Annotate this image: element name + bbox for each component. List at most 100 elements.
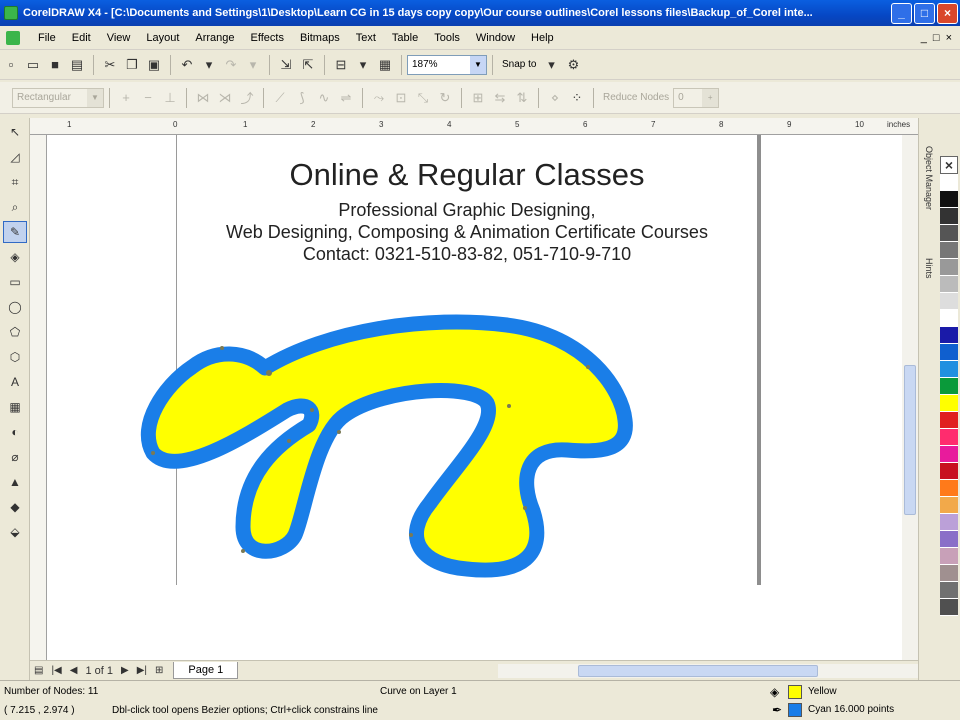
color-swatch[interactable] [940,548,958,565]
menu-help[interactable]: Help [523,32,562,44]
table-tool-icon[interactable]: ▦ [3,396,27,418]
color-swatch[interactable] [940,327,958,344]
convert-to-curve-icon[interactable]: ⤴ [236,87,258,109]
maximize-button[interactable]: □ [914,2,935,24]
close-button[interactable]: × [937,2,958,24]
select-all-nodes-icon[interactable]: ⁘ [566,87,588,109]
object-manager-tab[interactable]: Object Manager [921,146,937,246]
curve-node[interactable] [337,430,341,434]
basic-shapes-tool-icon[interactable]: ⬡ [3,346,27,368]
fill-tool-icon[interactable]: ◆ [3,496,27,518]
add-page-icon[interactable]: ⊞ [151,665,167,676]
next-page-icon[interactable]: ▶ [117,665,133,676]
application-launcher-icon[interactable]: ⊟ [330,54,352,76]
color-swatch[interactable] [940,429,958,446]
join-nodes-icon[interactable]: ⊥ [159,87,181,109]
page-layout-icon[interactable]: ▤ [30,665,47,676]
curve-node[interactable] [266,370,272,376]
crop-tool-icon[interactable]: ⌗ [3,171,27,193]
color-swatch[interactable] [940,497,958,514]
menu-window[interactable]: Window [468,32,523,44]
color-swatch[interactable] [940,565,958,582]
horizontal-ruler[interactable]: 1 0 1 2 3 4 5 6 7 8 9 10 inches [30,118,918,135]
color-swatch[interactable] [940,480,958,497]
snap-to-dropdown-icon[interactable]: ▾ [540,54,562,76]
undo-dropdown-icon[interactable]: ▾ [198,54,220,76]
pick-tool-icon[interactable]: ↖ [3,121,27,143]
color-swatch[interactable] [940,344,958,361]
shape-type-select[interactable]: Rectangular ▼ [12,87,104,108]
reflect-vertical-icon[interactable]: ⇅ [511,87,533,109]
bezier-curve[interactable] [140,314,633,578]
color-swatch[interactable] [940,208,958,225]
align-nodes-icon[interactable]: ⊞ [467,87,489,109]
color-swatch[interactable] [940,582,958,599]
options-icon[interactable]: ⚙ [562,54,584,76]
color-swatch[interactable] [940,395,958,412]
color-swatch[interactable] [940,599,958,616]
color-swatch[interactable] [940,174,958,191]
menu-text[interactable]: Text [348,32,384,44]
color-swatch[interactable] [940,259,958,276]
export-icon[interactable]: ⇱ [297,54,319,76]
reduce-nodes-input[interactable]: 0 + [673,87,720,108]
print-icon[interactable]: ▤ [66,54,88,76]
reflect-horizontal-icon[interactable]: ⇆ [489,87,511,109]
minimize-button[interactable]: _ [891,2,912,24]
import-icon[interactable]: ⇲ [275,54,297,76]
redo-icon[interactable]: ↷ [220,54,242,76]
horizontal-scrollbar[interactable] [498,663,918,678]
stretch-nodes-icon[interactable]: ⤡ [412,87,434,109]
rectangle-tool-icon[interactable]: ▭ [3,271,27,293]
color-swatch[interactable] [940,293,958,310]
elastic-mode-icon[interactable]: ⋄ [544,87,566,109]
doc-close-button[interactable]: × [946,32,952,44]
doc-restore-button[interactable]: □ [933,32,940,44]
smooth-node-icon[interactable]: ⟆ [291,87,313,109]
vertical-ruler[interactable] [30,135,47,660]
zoom-tool-icon[interactable]: ⌕ [3,196,27,218]
paste-icon[interactable]: ▣ [143,54,165,76]
undo-icon[interactable]: ↶ [176,54,198,76]
ellipse-tool-icon[interactable]: ◯ [3,296,27,318]
menu-effects[interactable]: Effects [243,32,292,44]
color-swatch[interactable] [940,463,958,480]
outline-color-swatch[interactable] [788,703,802,717]
shape-tool-icon[interactable]: ◿ [3,146,27,168]
outline-tool-icon[interactable]: ▲ [3,471,27,493]
menu-table[interactable]: Table [384,32,426,44]
symmetrical-node-icon[interactable]: ∿ [313,87,335,109]
eyedropper-tool-icon[interactable]: ⌀ [3,446,27,468]
curve-node[interactable] [409,533,413,537]
stepper-icon[interactable]: + [702,88,719,107]
curve-node[interactable] [523,506,527,510]
menu-layout[interactable]: Layout [138,32,187,44]
redo-dropdown-icon[interactable]: ▾ [242,54,264,76]
zoom-level-select[interactable]: 187% ▼ [407,54,487,75]
chevron-down-icon[interactable]: ▼ [87,88,103,107]
interactive-blend-tool-icon[interactable]: ◐ [3,421,27,443]
smart-fill-tool-icon[interactable]: ◈ [3,246,27,268]
previous-page-icon[interactable]: ◀ [66,665,82,676]
curve-shape[interactable] [47,135,902,660]
color-swatch[interactable] [940,191,958,208]
copy-icon[interactable]: ❐ [121,54,143,76]
convert-to-line-icon[interactable]: ⋊ [214,87,236,109]
snap-to-button[interactable]: Snap to [498,59,540,70]
color-swatch[interactable] [940,378,958,395]
drawing-canvas[interactable]: Online & Regular Classes Professional Gr… [47,135,902,660]
break-curve-icon[interactable]: ⋈ [192,87,214,109]
curve-node[interactable] [287,439,291,443]
doc-minimize-button[interactable]: _ [921,32,927,44]
color-swatch[interactable] [940,514,958,531]
document-icon[interactable] [6,30,20,45]
cusp-node-icon[interactable]: ⟋ [269,87,291,109]
welcome-screen-icon[interactable]: ▦ [374,54,396,76]
hints-tab[interactable]: Hints [921,258,937,298]
open-folder-icon[interactable]: ▭ [22,54,44,76]
color-swatch[interactable] [940,531,958,548]
color-swatch[interactable] [940,446,958,463]
chevron-down-icon[interactable]: ▼ [470,55,486,74]
menu-arrange[interactable]: Arrange [187,32,242,44]
color-swatch[interactable] [940,310,958,327]
